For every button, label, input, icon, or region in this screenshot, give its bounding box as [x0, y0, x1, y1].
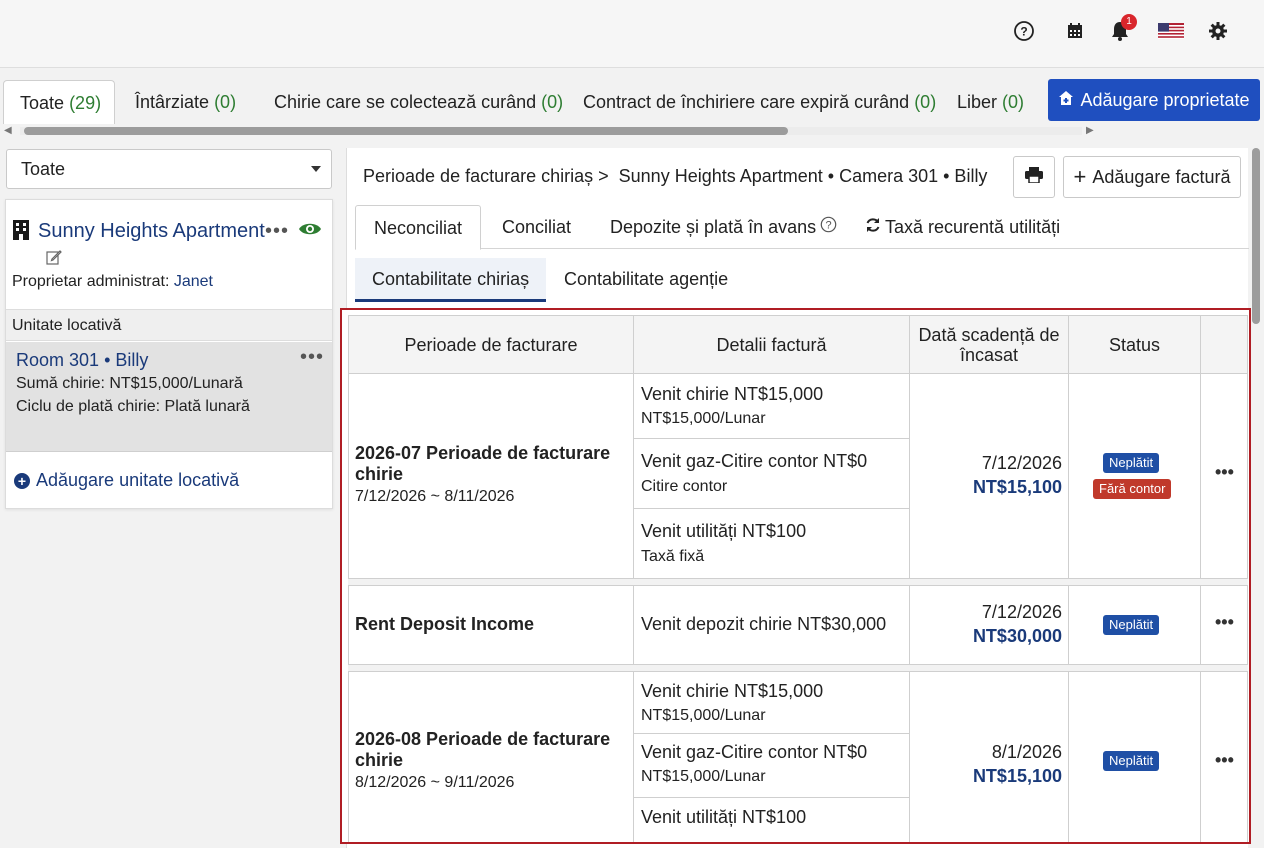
period-dates: 7/12/2026 ~ 8/11/2026 [355, 488, 515, 505]
tab-reconciled[interactable]: Conciliat [502, 205, 571, 249]
calendar-icon[interactable] [1062, 18, 1088, 44]
breadcrumb-root[interactable]: Perioade de facturare chiriaș > [363, 166, 609, 186]
tab-unreconciled[interactable]: Neconciliat [355, 205, 482, 250]
status-badge-unpaid: Neplătit [1103, 453, 1160, 473]
scroll-right-arrow[interactable]: ▶ [1086, 124, 1098, 138]
property-name-link[interactable]: Sunny Heights Apartment [38, 220, 265, 243]
tab-all[interactable]: Toate (29) [3, 80, 115, 124]
due-date: 7/12/2026 [981, 602, 1062, 622]
gear-icon[interactable] [1205, 18, 1231, 44]
svg-text:?: ? [826, 220, 832, 232]
row-more-menu[interactable]: ••• [1215, 462, 1234, 483]
top-bar: ? 1 [0, 0, 1264, 68]
detail-item: Venit utilități NT$100 Taxă fixă [634, 509, 910, 579]
tab-deposits-prepayments[interactable]: Depozite și plată în avans ? [610, 205, 837, 249]
unit-item[interactable]: Room 301 • Billy ••• Sumă chirie: NT$15,… [6, 342, 332, 452]
period-title: Rent Deposit Income [355, 614, 535, 634]
help-icon[interactable]: ? [1011, 18, 1037, 44]
breadcrumb-current: Sunny Heights Apartment • Camera 301 • B… [618, 166, 988, 186]
detail-item: Venit utilități NT$100 [634, 798, 910, 842]
owner-line: Proprietar administrat: Janet [12, 273, 213, 290]
scrollbar-thumb[interactable] [24, 127, 788, 135]
col-header-actions [1201, 315, 1248, 374]
add-unit-button[interactable]: + Adăugare unitate locativă [14, 470, 239, 491]
print-icon [1025, 166, 1043, 188]
status-badge-unpaid: Neplătit [1103, 751, 1160, 771]
table-row[interactable]: 2026-08 Perioade de facturare chirie 8/1… [348, 671, 634, 842]
actions-cell: ••• [1201, 374, 1248, 579]
notification-badge: 1 [1121, 14, 1137, 30]
due-cell: 7/12/2026 NT$15,100 [910, 374, 1069, 579]
tab-vacant[interactable]: Liber (0) [957, 80, 1024, 124]
due-amount: NT$30,000 [972, 626, 1062, 646]
info-icon: ? [820, 205, 837, 249]
detail-item: Venit gaz-Citire contor NT$0 NT$15,000/L… [634, 734, 910, 798]
bell-icon[interactable]: 1 [1107, 14, 1137, 44]
tab-recurring-utilities[interactable]: Taxă recurentă utilități [865, 205, 1060, 249]
tab-lease-expiring[interactable]: Contract de închiriere care expiră curân… [583, 80, 936, 124]
table-row[interactable]: 2026-07 Perioade de facturare chirie 7/1… [348, 374, 634, 579]
edit-icon[interactable] [46, 249, 62, 270]
subtab-agency-accounting[interactable]: Contabilitate agenție [564, 258, 728, 302]
refresh-icon [865, 205, 881, 249]
status-cell: Neplătit Fără contor [1069, 374, 1201, 579]
eye-icon[interactable] [298, 220, 322, 243]
vertical-scrollbar[interactable] [1252, 148, 1260, 324]
col-header-status: Status [1069, 315, 1201, 374]
actions-cell: ••• [1201, 585, 1248, 665]
property-card: Sunny Heights Apartment ••• Proprietar a… [5, 199, 333, 509]
owner-link[interactable]: Janet [174, 273, 213, 290]
property-filter-select[interactable]: Toate [6, 149, 332, 189]
home-plus-icon [1058, 90, 1074, 111]
row-more-menu[interactable]: ••• [1215, 612, 1234, 633]
due-amount: NT$15,100 [972, 477, 1062, 497]
breadcrumb: Perioade de facturare chiriaș > Sunny He… [363, 166, 987, 187]
status-cell: Neplătit [1069, 585, 1201, 665]
col-header-details: Detalii factură [634, 315, 910, 374]
building-icon [13, 220, 29, 240]
status-cell: Neplătit [1069, 671, 1201, 842]
unit-payment-cycle: Ciclu de plată chirie: Plată lunară [16, 398, 250, 415]
tab-rent-due-soon[interactable]: Chirie care se colectează curând (0) [274, 80, 563, 124]
horizontal-scrollbar[interactable]: ◀ ▶ [4, 124, 1098, 138]
subtab-tenant-accounting[interactable]: Contabilitate chiriaș [355, 258, 547, 302]
unit-section-header: Unitate locativă [6, 309, 332, 341]
period-dates: 8/12/2026 ~ 9/11/2026 [355, 774, 515, 791]
add-invoice-button[interactable]: + Adăugare factură [1063, 156, 1241, 198]
tab-overdue[interactable]: Întârziate (0) [135, 80, 236, 124]
detail-item: Venit gaz-Citire contor NT$0 Citire cont… [634, 439, 910, 509]
unit-title: Room 301 • Billy [16, 350, 149, 370]
col-header-period: Perioade de facturare [348, 315, 634, 374]
status-badge-unpaid: Neplătit [1103, 615, 1160, 635]
plus-icon: + [1073, 164, 1087, 189]
detail-item: Venit depozit chirie NT$30,000 [634, 585, 910, 665]
caret-down-icon [311, 166, 321, 172]
status-badge-no-meter: Fără contor [1093, 479, 1172, 499]
due-cell: 7/12/2026 NT$30,000 [910, 585, 1069, 665]
row-more-menu[interactable]: ••• [1215, 750, 1234, 771]
period-title: 2026-08 Perioade de facturare chirie [355, 729, 611, 770]
print-button[interactable] [1013, 156, 1055, 198]
us-flag-icon[interactable] [1157, 18, 1185, 44]
period-title: 2026-07 Perioade de facturare chirie [355, 443, 611, 484]
billing-table-frame: Perioade de facturare Detalii factură Da… [340, 308, 1251, 844]
unit-more-menu[interactable]: ••• [300, 346, 324, 369]
svg-text:?: ? [1020, 25, 1027, 39]
detail-item: Venit chirie NT$15,000 NT$15,000/Lunar [634, 671, 910, 734]
col-header-due-date: Dată scadență de încasat [910, 315, 1069, 374]
actions-cell: ••• [1201, 671, 1248, 842]
due-cell: 8/1/2026 NT$15,100 [910, 671, 1069, 842]
scroll-left-arrow[interactable]: ◀ [4, 124, 16, 138]
table-row[interactable]: Rent Deposit Income [348, 585, 634, 665]
unit-rent-amount: Sumă chirie: NT$15,000/Lunară [16, 375, 243, 392]
due-date: 8/1/2026 [991, 742, 1062, 762]
detail-item: Venit chirie NT$15,000 NT$15,000/Lunar [634, 374, 910, 439]
due-date: 7/12/2026 [981, 453, 1062, 473]
plus-circle-icon: + [14, 472, 30, 489]
due-amount: NT$15,100 [972, 766, 1062, 786]
reconcile-tabs: Neconciliat Conciliat Depozite și plată … [355, 205, 1249, 250]
add-property-button[interactable]: Adăugare proprietate [1048, 79, 1260, 121]
property-more-menu[interactable]: ••• [265, 220, 289, 243]
